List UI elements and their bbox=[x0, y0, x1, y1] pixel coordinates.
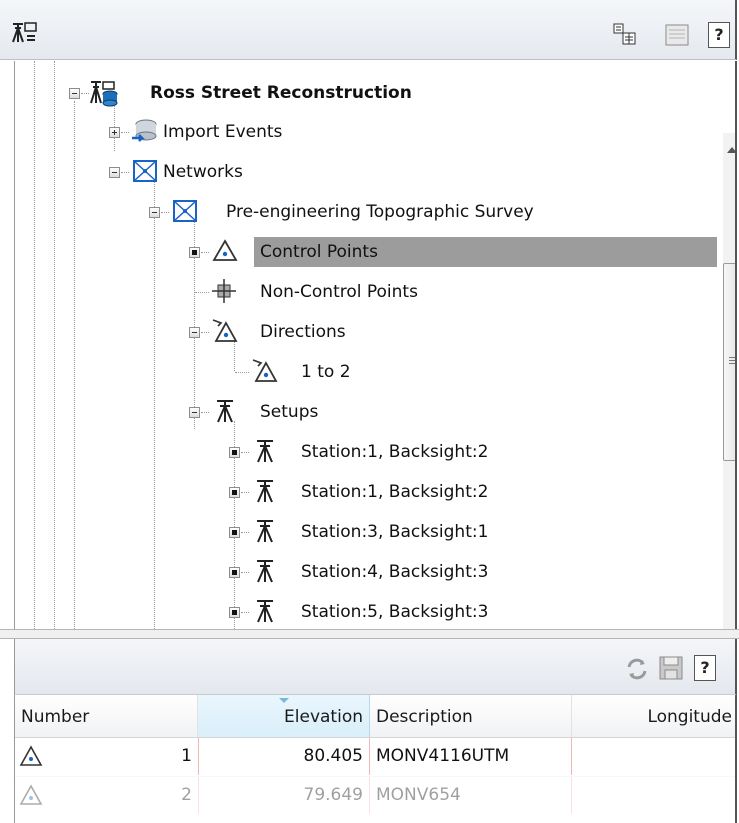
cell-elevation[interactable]: 79.649 bbox=[198, 777, 370, 814]
tree-directions-label[interactable]: Directions bbox=[260, 317, 346, 347]
directions-collapse-toggle[interactable] bbox=[189, 327, 200, 338]
setup-instrument-icon bbox=[253, 558, 277, 589]
save-icon[interactable] bbox=[658, 655, 684, 686]
setup-instrument-icon bbox=[213, 398, 237, 429]
cell-number[interactable]: 2 bbox=[15, 777, 198, 814]
table-header: Number Elevation Description Longitude bbox=[15, 695, 735, 738]
column-header-elevation[interactable]: Elevation bbox=[198, 695, 370, 737]
sort-indicator-icon bbox=[278, 698, 289, 703]
non-control-point-icon bbox=[211, 278, 239, 309]
root-collapse-toggle[interactable] bbox=[69, 88, 80, 99]
item-view-icon[interactable] bbox=[665, 24, 689, 51]
tree-networks-label[interactable]: Networks bbox=[163, 157, 243, 187]
item-view-toolbar: ? bbox=[14, 639, 737, 695]
tree-direction-item-label[interactable]: 1 to 2 bbox=[301, 357, 351, 387]
networks-collapse-toggle[interactable] bbox=[109, 167, 120, 178]
points-table: Number Elevation Description Longitude 1… bbox=[14, 695, 737, 823]
refresh-icon[interactable] bbox=[625, 657, 649, 686]
survey-collapse-toggle[interactable] bbox=[149, 207, 160, 218]
tree-import-events-label[interactable]: Import Events bbox=[163, 117, 282, 147]
setup-item-toggle[interactable] bbox=[229, 447, 240, 458]
tree-survey-label[interactable]: Pre-engineering Topographic Survey bbox=[226, 197, 534, 227]
tree-control-points-label[interactable]: Control Points bbox=[254, 237, 717, 267]
tree-setups-label[interactable]: Setups bbox=[260, 397, 318, 427]
import-events-icon bbox=[131, 118, 159, 149]
cell-longitude[interactable] bbox=[572, 777, 735, 814]
column-label: Number bbox=[21, 707, 90, 727]
column-label: Longitude bbox=[647, 707, 732, 727]
setups-collapse-toggle[interactable] bbox=[189, 407, 200, 418]
control-points-toggle[interactable] bbox=[189, 247, 200, 258]
cell-number[interactable]: 1 bbox=[15, 738, 198, 775]
panel-toggle-icon[interactable] bbox=[612, 22, 638, 51]
setup-item-toggle[interactable] bbox=[229, 487, 240, 498]
column-header-number[interactable]: Number bbox=[15, 695, 198, 737]
tree-scrollbar[interactable] bbox=[723, 133, 735, 629]
setup-item-label[interactable]: Station:5, Backsight:3 bbox=[301, 597, 488, 627]
table-row[interactable]: 2 79.649 MONV654 bbox=[15, 776, 735, 814]
survey-network-icon bbox=[171, 198, 199, 229]
setup-instrument-icon bbox=[253, 438, 277, 469]
tree-root-label[interactable]: Ross Street Reconstruction bbox=[150, 78, 412, 108]
cell-elevation[interactable]: 80.405 bbox=[198, 738, 370, 775]
scrollbar-thumb[interactable] bbox=[723, 263, 735, 461]
cell-longitude[interactable] bbox=[572, 738, 735, 775]
setup-item-toggle[interactable] bbox=[229, 607, 240, 618]
prospector-tree: Ross Street Reconstruction Import Events… bbox=[14, 61, 737, 629]
cell-description[interactable]: MONV654 bbox=[370, 777, 572, 814]
setup-item-label[interactable]: Station:4, Backsight:3 bbox=[301, 557, 488, 587]
network-icon bbox=[131, 158, 159, 189]
scroll-up-arrow-icon[interactable] bbox=[727, 147, 735, 153]
control-point-icon bbox=[211, 238, 239, 269]
direction-icon bbox=[211, 318, 239, 349]
survey-toolspace-icon bbox=[10, 20, 38, 51]
column-header-description[interactable]: Description bbox=[370, 695, 572, 737]
setup-item-label[interactable]: Station:1, Backsight:2 bbox=[301, 477, 488, 507]
item-view-help-button[interactable]: ? bbox=[694, 655, 716, 681]
panel-splitter[interactable] bbox=[0, 629, 739, 639]
survey-database-icon bbox=[89, 79, 119, 112]
help-button[interactable]: ? bbox=[708, 22, 730, 48]
setup-item-label[interactable]: Station:1, Backsight:2 bbox=[301, 437, 488, 467]
column-header-longitude[interactable]: Longitude bbox=[572, 695, 735, 737]
setup-instrument-icon bbox=[253, 518, 277, 549]
column-label: Description bbox=[376, 707, 473, 727]
setup-item-label[interactable]: Station:3, Backsight:1 bbox=[301, 517, 488, 547]
direction-item-icon bbox=[251, 358, 279, 389]
cell-description[interactable]: MONV4116UTM bbox=[370, 738, 572, 775]
table-row[interactable]: 1 80.405 MONV4116UTM bbox=[15, 738, 735, 775]
setup-instrument-icon bbox=[253, 478, 277, 509]
setup-item-toggle[interactable] bbox=[229, 567, 240, 578]
tree-non-control-points-label[interactable]: Non-Control Points bbox=[260, 277, 418, 307]
column-label: Elevation bbox=[284, 707, 363, 727]
import-events-expand-toggle[interactable] bbox=[109, 127, 120, 138]
setup-item-toggle[interactable] bbox=[229, 527, 240, 538]
setup-instrument-icon bbox=[253, 598, 277, 629]
prospector-toolbar: ? bbox=[0, 0, 737, 60]
